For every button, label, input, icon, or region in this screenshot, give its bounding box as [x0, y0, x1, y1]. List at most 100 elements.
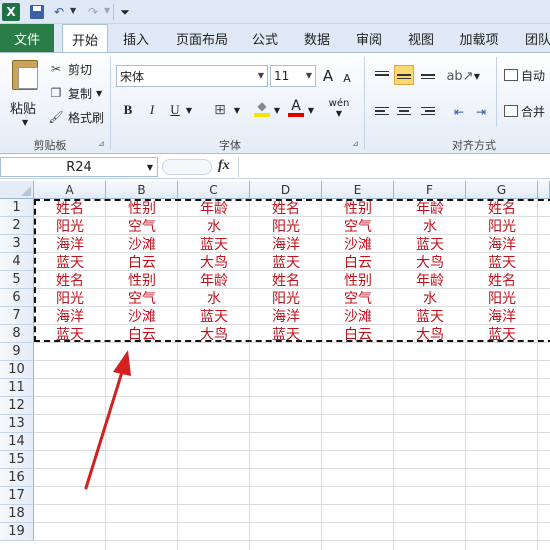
middle-align-button[interactable] [394, 65, 414, 85]
tab-insert[interactable]: 插入 [116, 24, 156, 52]
row-gridline [34, 450, 550, 451]
undo-dropdown-icon[interactable]: ▼ [70, 6, 76, 15]
tab-file[interactable]: 文件 [0, 24, 54, 52]
bottom-align-button[interactable] [418, 65, 438, 85]
shrink-font-button[interactable]: A [340, 67, 354, 89]
grow-font-button[interactable]: A [320, 65, 336, 87]
orientation-icon[interactable]: ab↗ [446, 65, 473, 87]
column-header-c[interactable]: C [178, 181, 250, 199]
chevron-down-icon[interactable]: ▼ [147, 163, 153, 172]
formula-input[interactable] [238, 157, 550, 177]
row-gridline [34, 540, 550, 541]
row-gridline [34, 504, 550, 505]
top-align-button[interactable] [372, 65, 392, 85]
column-header-e[interactable]: E [322, 181, 394, 199]
row-header-18[interactable]: 18 [0, 505, 34, 523]
name-box[interactable]: R24 ▼ [0, 157, 158, 177]
increase-indent-icon[interactable]: ⇥ [472, 101, 490, 123]
row-header-13[interactable]: 13 [0, 415, 34, 433]
chevron-down-icon[interactable]: ▼ [232, 99, 242, 121]
font-launcher-icon[interactable]: ⊿ [352, 139, 359, 148]
row-header-6[interactable]: 6 [0, 289, 34, 307]
tab-formulas[interactable]: 公式 [246, 24, 284, 52]
align-left-button[interactable] [372, 101, 392, 121]
row-header-4[interactable]: 4 [0, 253, 34, 271]
insert-function-icon[interactable]: fx [218, 158, 230, 174]
clipboard-launcher-icon[interactable]: ⊿ [98, 139, 105, 148]
italic-button[interactable]: I [142, 99, 162, 121]
column-header-a[interactable]: A [34, 181, 106, 199]
decrease-indent-icon[interactable]: ⇤ [450, 101, 468, 123]
wrap-text-button[interactable]: 自动 [504, 65, 545, 85]
tab-page-layout[interactable]: 页面布局 [170, 24, 234, 52]
font-size-value: 11 [274, 69, 290, 83]
row-header-10[interactable]: 10 [0, 361, 34, 379]
align-center-button[interactable] [394, 101, 414, 121]
row-header-16[interactable]: 16 [0, 469, 34, 487]
align-right-button[interactable] [418, 101, 438, 121]
column-header-b[interactable]: B [106, 181, 178, 199]
tab-team[interactable]: 团队 [518, 24, 550, 52]
select-all-button[interactable] [0, 181, 34, 199]
excel-window: X ↶ ▼ ↷ ▼ ⏷ 文件 开始 插入 页面布局 公式 数据 审阅 视图 加载… [0, 0, 550, 550]
chevron-down-icon[interactable]: ▼ [306, 99, 316, 121]
row-header-8[interactable]: 8 [0, 325, 34, 343]
save-icon[interactable] [28, 3, 46, 21]
font-color-icon[interactable]: A [286, 97, 306, 119]
row-header-15[interactable]: 15 [0, 451, 34, 469]
phonetic-guide-button[interactable]: wén ▼ [326, 97, 352, 119]
row-header-3[interactable]: 3 [0, 235, 34, 253]
row-header-12[interactable]: 12 [0, 397, 34, 415]
row-header-1[interactable]: 1 [0, 199, 34, 217]
chevron-down-icon[interactable]: ▼ [472, 65, 482, 87]
row-header-2[interactable]: 2 [0, 217, 34, 235]
copy-button[interactable]: ❐ 复制 ▼ [48, 83, 103, 103]
fill-bucket-glyph: ◆ [257, 99, 267, 113]
chevron-down-icon: ▼ [305, 71, 312, 80]
tab-data[interactable]: 数据 [298, 24, 336, 52]
chevron-down-icon[interactable]: ▼ [22, 118, 28, 127]
tab-home[interactable]: 开始 [62, 24, 108, 53]
format-painter-button[interactable]: 🖌 格式刷 [48, 107, 104, 127]
row-header-19[interactable]: 19 [0, 523, 34, 541]
paste-label: 粘贴 [10, 102, 37, 117]
tab-review[interactable]: 审阅 [350, 24, 388, 52]
row-header-17[interactable]: 17 [0, 487, 34, 505]
font-name-select[interactable]: 宋体 ▼ [116, 65, 268, 87]
row-header-7[interactable]: 7 [0, 307, 34, 325]
font-size-select[interactable]: 11 ▼ [270, 65, 316, 87]
excel-logo-icon[interactable]: X [2, 3, 20, 21]
row-header-14[interactable]: 14 [0, 433, 34, 451]
column-header-partial[interactable] [538, 181, 550, 199]
cut-label: 剪切 [68, 62, 93, 77]
tab-addins[interactable]: 加载项 [454, 24, 504, 52]
group-label-font: 字体 [219, 139, 241, 152]
row-header-11[interactable]: 11 [0, 379, 34, 397]
redo-icon[interactable]: ↷ [84, 3, 102, 21]
bold-button[interactable]: B [118, 99, 138, 121]
cut-button[interactable]: ✂ 剪切 [48, 59, 92, 79]
column-header-d[interactable]: D [250, 181, 322, 199]
borders-icon[interactable]: ⊞ [208, 99, 232, 121]
chevron-down-icon[interactable]: ▼ [96, 89, 102, 98]
redo-dropdown-icon[interactable]: ▼ [104, 6, 110, 15]
wrap-text-icon [504, 69, 518, 81]
column-header-f[interactable]: F [394, 181, 466, 199]
paste-button[interactable]: 粘贴 ▼ [6, 58, 44, 132]
formula-bar-resize-handle[interactable] [162, 159, 212, 175]
undo-icon[interactable]: ↶ [50, 3, 68, 21]
merge-center-button[interactable]: 合并 [504, 101, 545, 121]
tab-view[interactable]: 视图 [402, 24, 440, 52]
font-color-glyph: A [291, 98, 301, 114]
row-gridline [34, 360, 550, 361]
chevron-down-icon[interactable]: ▼ [272, 99, 282, 121]
row-header-5[interactable]: 5 [0, 271, 34, 289]
column-header-g[interactable]: G [466, 181, 538, 199]
chevron-down-icon: ▼ [335, 109, 343, 118]
separator [113, 4, 114, 20]
row-header-9[interactable]: 9 [0, 343, 34, 361]
chevron-down-icon[interactable]: ▼ [184, 99, 194, 121]
fill-color-icon[interactable]: ◆ [252, 97, 272, 119]
customize-qat-icon[interactable]: ⏷ [116, 3, 134, 21]
underline-button[interactable]: U [166, 99, 184, 121]
